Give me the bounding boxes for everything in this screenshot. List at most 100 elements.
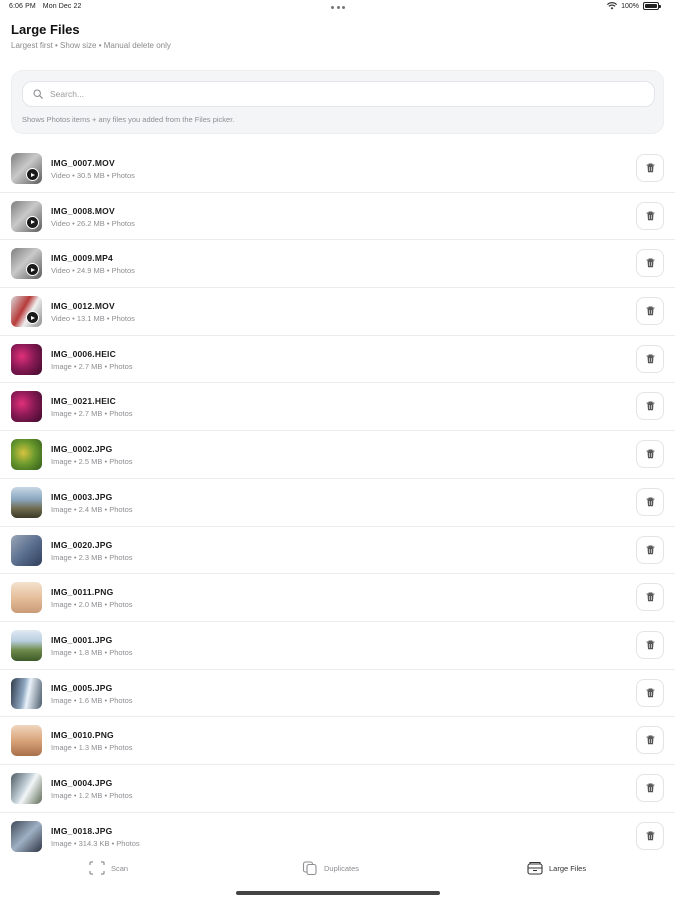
file-name: IMG_0012.MOV xyxy=(51,301,115,312)
multitasking-dots[interactable] xyxy=(331,6,345,9)
trash-icon xyxy=(646,497,654,507)
delete-button[interactable] xyxy=(636,487,664,516)
large-files-icon xyxy=(527,861,543,875)
trash-icon xyxy=(646,449,654,459)
delete-button[interactable] xyxy=(636,535,664,564)
file-thumbnail xyxy=(11,391,42,423)
file-row[interactable]: IMG_0012.MOV Video • 13.1 MB • Photos xyxy=(0,288,675,336)
status-right: 100% xyxy=(607,2,661,10)
trash-icon xyxy=(646,545,654,554)
file-row[interactable]: IMG_0021.HEIC Image • 2.7 MB • Photos xyxy=(0,383,675,432)
file-meta: Video • 24.9 MB • Photos xyxy=(51,266,135,276)
search-box[interactable] xyxy=(22,81,655,107)
file-name: IMG_0018.JPG xyxy=(51,825,113,836)
delete-button[interactable] xyxy=(636,392,664,421)
search-input[interactable] xyxy=(50,89,610,99)
file-row[interactable]: IMG_0007.MOV Video • 30.5 MB • Photos xyxy=(0,145,675,193)
tab-scan[interactable]: Scan xyxy=(89,861,128,875)
tab-duplicates-label: Duplicates xyxy=(324,863,360,873)
file-row[interactable]: IMG_0002.JPG Image • 2.5 MB • Photos xyxy=(0,431,675,479)
trash-icon xyxy=(646,783,654,793)
file-row[interactable]: IMG_0004.JPG Image • 1.2 MB • Photos xyxy=(0,765,675,813)
delete-button[interactable] xyxy=(636,583,664,612)
trash-icon xyxy=(646,640,654,650)
file-meta: Image • 2.7 MB • Photos xyxy=(51,361,133,371)
file-row[interactable]: IMG_0011.PNG Image • 2.0 MB • Photos xyxy=(0,574,675,622)
file-thumbnail xyxy=(11,296,42,328)
status-time-date: 6:06 PM Mon Dec 22 xyxy=(9,3,82,10)
file-thumbnail xyxy=(11,725,42,757)
file-meta: Image • 2.4 MB • Photos xyxy=(51,504,133,514)
file-thumbnail xyxy=(11,248,42,280)
delete-button[interactable] xyxy=(636,344,664,373)
tab-large-files[interactable]: Large Files xyxy=(527,861,586,875)
file-thumbnail xyxy=(11,772,42,804)
file-thumbnail xyxy=(11,677,42,709)
file-name: IMG_0003.JPG xyxy=(51,491,113,502)
file-name: IMG_0002.JPG xyxy=(51,444,113,455)
search-card: Shows Photos items + any files you added… xyxy=(11,70,664,134)
delete-button[interactable] xyxy=(636,773,664,802)
file-name: IMG_0020.JPG xyxy=(51,539,113,550)
trash-icon xyxy=(646,354,654,363)
delete-button[interactable] xyxy=(636,678,664,707)
file-row[interactable]: IMG_0006.HEIC Image • 2.7 MB • Photos xyxy=(0,336,675,384)
home-indicator[interactable] xyxy=(236,891,440,895)
delete-button[interactable] xyxy=(636,821,664,850)
delete-button[interactable] xyxy=(636,440,664,469)
play-icon xyxy=(26,215,39,229)
search-hint: Shows Photos items + any files you added… xyxy=(22,115,235,124)
trash-icon xyxy=(646,211,654,220)
tab-scan-label: Scan xyxy=(111,863,129,873)
status-time: 6:06 PM xyxy=(9,3,36,10)
delete-button[interactable] xyxy=(636,154,664,182)
file-name: IMG_0021.HEIC xyxy=(51,396,116,407)
file-row[interactable]: IMG_0008.MOV Video • 26.2 MB • Photos xyxy=(0,193,675,241)
file-row[interactable]: IMG_0010.PNG Image • 1.3 MB • Photos xyxy=(0,717,675,765)
file-meta: Video • 13.1 MB • Photos xyxy=(51,314,135,324)
file-thumbnail xyxy=(11,486,42,518)
file-row[interactable]: IMG_0018.JPG Image • 314.3 KB • Photos xyxy=(0,813,675,861)
delete-button[interactable] xyxy=(636,726,664,755)
header: Large Files Largest first • Show size • … xyxy=(11,22,171,50)
file-meta: Image • 1.8 MB • Photos xyxy=(51,647,133,657)
file-thumbnail xyxy=(11,582,42,614)
status-bar: 6:06 PM Mon Dec 22 100% xyxy=(0,0,675,16)
trash-icon xyxy=(646,592,654,602)
search-icon xyxy=(33,89,43,99)
file-thumbnail xyxy=(11,343,42,375)
file-name: IMG_0010.PNG xyxy=(51,730,114,741)
delete-button[interactable] xyxy=(636,201,664,230)
file-meta: Image • 2.0 MB • Photos xyxy=(51,600,133,610)
trash-icon xyxy=(646,735,654,745)
file-row[interactable]: IMG_0005.JPG Image • 1.6 MB • Photos xyxy=(0,670,675,718)
file-name: IMG_0008.MOV xyxy=(51,205,115,216)
battery-percent: 100% xyxy=(621,2,639,10)
page-title: Large Files xyxy=(11,22,80,37)
file-meta: Image • 314.3 KB • Photos xyxy=(51,838,140,848)
file-thumbnail xyxy=(11,439,42,471)
file-meta: Image • 2.7 MB • Photos xyxy=(51,409,133,419)
file-row[interactable]: IMG_0003.JPG Image • 2.4 MB • Photos xyxy=(0,479,675,527)
tab-duplicates[interactable]: Duplicates xyxy=(302,861,359,875)
delete-button[interactable] xyxy=(636,297,664,326)
file-name: IMG_0001.JPG xyxy=(51,634,113,645)
delete-button[interactable] xyxy=(636,249,664,278)
file-row[interactable]: IMG_0009.MP4 Video • 24.9 MB • Photos xyxy=(0,240,675,289)
file-row[interactable]: IMG_0020.JPG Image • 2.3 MB • Photos xyxy=(0,527,675,575)
file-name: IMG_0007.MOV xyxy=(51,158,115,168)
file-name: IMG_0011.PNG xyxy=(51,587,114,598)
wifi-icon xyxy=(607,2,618,10)
file-meta: Video • 30.5 MB • Photos xyxy=(51,171,135,180)
duplicates-icon xyxy=(302,861,317,875)
file-row[interactable]: IMG_0001.JPG Image • 1.8 MB • Photos xyxy=(0,622,675,670)
play-icon xyxy=(26,311,39,325)
status-date: Mon Dec 22 xyxy=(42,3,82,10)
delete-button[interactable] xyxy=(636,630,664,659)
file-thumbnail xyxy=(11,153,42,184)
battery-icon xyxy=(643,2,661,10)
trash-icon xyxy=(646,258,654,268)
page-subtitle: Largest first • Show size • Manual delet… xyxy=(11,41,171,50)
file-thumbnail xyxy=(11,820,42,852)
file-thumbnail xyxy=(11,629,42,661)
